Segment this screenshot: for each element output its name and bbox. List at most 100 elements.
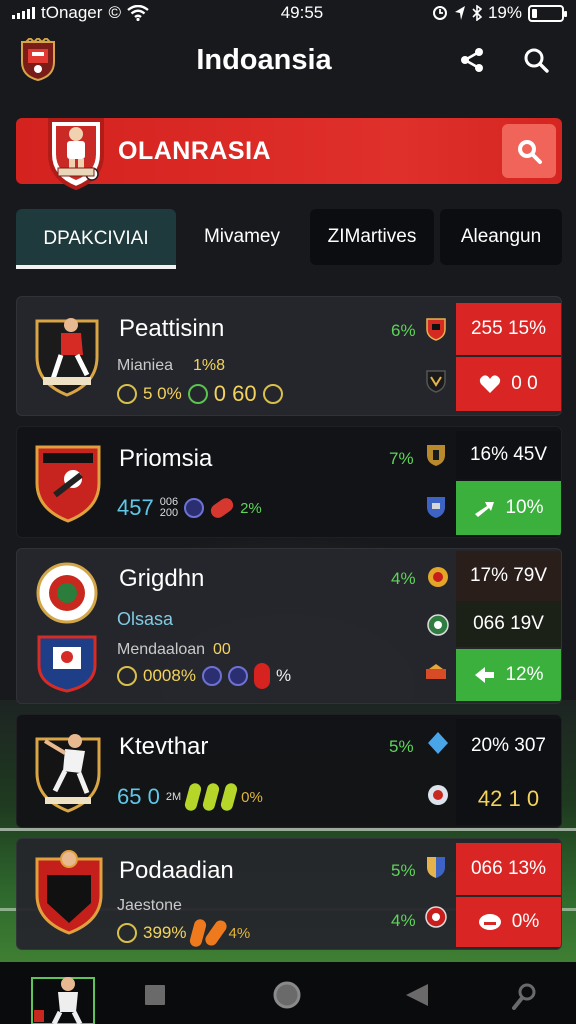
odds-pill[interactable]: 255 15% [456,303,561,355]
boots-icon [219,781,239,813]
stat-value: 457 [117,495,154,520]
player-subtitle: Mianiea [117,357,174,374]
stat-small-value: 2M [165,791,182,803]
search-icon [524,48,549,73]
odds-value: 17% 79V [469,565,548,586]
banner-title: OLANRASIA [118,136,272,165]
stat-value: 0008% [143,666,196,685]
player-card[interactable]: Grigdhn Olsasa Mendaaloan 00 0008% % 4% … [16,548,562,704]
favorite-pill[interactable]: 0 0 [456,357,561,411]
tab-aleangun[interactable]: Aleangun [440,209,562,265]
share-button[interactable] [450,38,494,82]
bottom-navigation [0,962,576,1024]
club-shield-icon [426,664,446,679]
league-banner[interactable]: OLANRASIA [16,118,562,190]
player-subtitle: Olsasa [117,609,174,629]
club-badge-icon [117,384,137,404]
player-card[interactable]: Peattisinn Mianiea 1%8 5 0% 0 60 6% 255 … [16,296,562,416]
favorite-pill[interactable]: 0% [456,897,561,947]
club-badge-icon [227,666,248,686]
player-name: Ktevthar [119,733,209,760]
player-card[interactable]: Priomsia 457 006 200 2% 7% 16% 45V 10% [16,426,562,538]
search-button[interactable] [514,38,558,82]
club-shield-icon [426,318,446,341]
nav-profile-button[interactable] [512,982,538,1010]
banner-search-button[interactable] [502,124,556,178]
player-crest-icon [35,850,103,935]
tab-label: Mivamey [203,226,280,247]
heart-icon [480,375,501,393]
club-crest-icon [36,562,98,624]
player-subtitle-extra: 00 [213,641,231,658]
odds-pill[interactable]: 42 1 0 [456,773,561,825]
player-avatar-icon [31,977,95,1024]
tab-dpakciviai[interactable]: DPAKCIVIAI [16,209,176,269]
signal-icon [12,7,35,19]
club-shield-icon [425,906,447,928]
wifi-icon [127,5,149,21]
boots-icon [183,781,203,813]
player-stats: 0008% % [117,663,291,689]
player-card[interactable]: Podaadian Jaestone 399% 4% 5% 4% 066 13%… [16,838,562,950]
odds-pill[interactable]: 066 19V [456,601,561,647]
club-shield-icon [427,445,445,466]
stat-value: 0 60 [213,381,257,406]
tab-zimartives[interactable]: ZIMartives [310,209,434,265]
odds-pill[interactable]: 066 13% [456,843,561,895]
stat-value: 2% [240,499,262,517]
field-line [0,828,576,831]
player-crest-icon [48,118,104,190]
odds-pill[interactable]: 17% 79V [456,551,561,601]
odds-value: 066 19V [473,613,544,634]
club-badge-icon [262,384,283,404]
percent-change: 4% [391,911,416,930]
active-tab-indicator [16,265,176,269]
sync-icon: © [108,3,121,22]
percent-change: 7% [389,449,414,468]
clock: 49:55 [280,3,324,22]
boots-icon [208,495,236,521]
odds-pill[interactable]: 16% 45V [456,431,561,479]
trend-value: 12% [505,664,544,685]
player-stats: 399% 4% [117,917,251,949]
battery-percent: 19% [487,3,522,22]
bluetooth-icon [472,5,482,21]
percent-change: 4% [391,569,416,588]
odds-pill[interactable]: 20% 307 [456,719,561,773]
location-icon [454,6,465,20]
app-bar: Indoansia [0,26,576,94]
tab-bar: DPAKCIVIAI Mivamey ZIMartives Aleangun [16,209,564,269]
nav-home-button[interactable] [272,980,302,1010]
tab-label: ZIMartives [327,226,417,247]
club-shield-icon [428,567,448,587]
club-shield-icon [427,497,445,518]
club-shield-icon [427,857,445,878]
player-crest-icon [35,445,101,523]
stat-value: % [275,666,292,685]
stat-value: 5 0% [143,384,182,403]
trend-pill[interactable]: 10% [456,481,561,535]
nav-square-button[interactable] [144,984,166,1006]
chat-icon [478,914,501,930]
nav-player-button[interactable] [28,970,98,1024]
share-icon [461,48,483,72]
carrier-name: tOnager [41,3,103,22]
tab-mivamey[interactable]: Mivamey [176,209,308,265]
player-name: Grigdhn [119,565,205,592]
club-shield-icon [428,785,448,805]
club-shield-icon [426,370,446,393]
stat-value: 4% [228,924,251,942]
square-icon [145,985,165,1005]
boots-icon [203,918,230,948]
player-card[interactable]: Ktevthar 65 0 2M 0% 5% 20% 307 42 1 0 [16,714,562,828]
player-stats: 457 006 200 2% [117,495,262,521]
back-triangle-icon [406,984,428,1006]
club-crest-icon [37,635,97,693]
nav-back-button[interactable] [404,982,430,1008]
alarm-icon [432,6,447,20]
stat-value: 65 0 [117,784,160,809]
odds-value: 16% 45V [469,444,548,465]
circle-icon [273,981,301,1009]
percent-change: 5% [389,737,414,756]
trend-pill[interactable]: 12% [456,649,561,701]
